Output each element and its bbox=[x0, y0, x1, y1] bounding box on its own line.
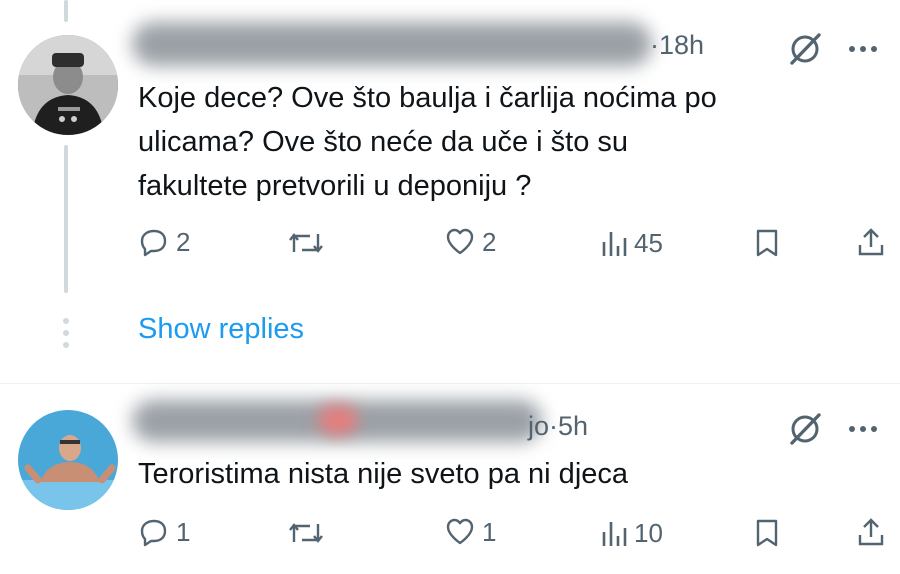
reply-button[interactable]: 1 bbox=[138, 516, 190, 548]
timestamp[interactable]: ·18h bbox=[650, 30, 704, 61]
avatar-image bbox=[18, 410, 118, 510]
reply-count: 1 bbox=[176, 516, 191, 547]
like-count: 1 bbox=[482, 516, 497, 547]
like-icon bbox=[446, 518, 474, 545]
view-count: 45 bbox=[634, 228, 663, 258]
like-button[interactable]: 2 bbox=[444, 226, 496, 258]
divider bbox=[0, 383, 900, 384]
avatar[interactable] bbox=[18, 35, 118, 135]
avatar[interactable] bbox=[18, 410, 118, 510]
share-button[interactable] bbox=[856, 226, 886, 258]
views-button[interactable]: 45 bbox=[600, 228, 663, 259]
grok-icon[interactable] bbox=[786, 410, 824, 453]
like-count: 2 bbox=[482, 226, 497, 257]
redacted-emoji bbox=[318, 405, 358, 435]
reply-button[interactable]: 2 bbox=[138, 226, 190, 258]
bookmark-button[interactable] bbox=[754, 228, 780, 258]
more-replies-dots bbox=[62, 318, 70, 348]
share-icon bbox=[858, 228, 884, 256]
bookmark-icon bbox=[756, 519, 778, 547]
thread-line bbox=[64, 145, 68, 293]
share-button[interactable] bbox=[856, 516, 886, 548]
grok-icon[interactable] bbox=[786, 30, 824, 73]
reply-count: 2 bbox=[176, 226, 191, 257]
view-count: 10 bbox=[634, 518, 663, 548]
retweet-button[interactable] bbox=[288, 518, 324, 548]
reply-icon bbox=[140, 519, 167, 547]
tweet-text: Koje dece? Ove što baulja i čarlija noći… bbox=[138, 82, 717, 202]
share-icon bbox=[858, 518, 884, 546]
views-button[interactable]: 10 bbox=[600, 518, 663, 549]
retweet-icon bbox=[289, 523, 323, 543]
more-icon[interactable] bbox=[849, 46, 877, 52]
like-button[interactable]: 1 bbox=[444, 516, 496, 548]
bookmark-icon bbox=[756, 229, 778, 257]
show-replies-link[interactable]: Show replies bbox=[138, 313, 304, 346]
reply-icon bbox=[140, 229, 167, 257]
views-icon bbox=[602, 521, 627, 546]
redacted-username bbox=[132, 22, 652, 66]
retweet-icon bbox=[289, 233, 323, 253]
bookmark-button[interactable] bbox=[754, 518, 780, 548]
timestamp[interactable]: jo·5h bbox=[528, 411, 588, 442]
tweet-text: Teroristima nista nije sveto pa ni djeca bbox=[138, 458, 629, 490]
avatar-image bbox=[18, 35, 118, 135]
views-icon bbox=[602, 231, 627, 256]
retweet-button[interactable] bbox=[288, 228, 324, 258]
thread-line-top bbox=[64, 0, 68, 22]
like-icon bbox=[446, 228, 474, 255]
more-icon[interactable] bbox=[849, 426, 877, 432]
